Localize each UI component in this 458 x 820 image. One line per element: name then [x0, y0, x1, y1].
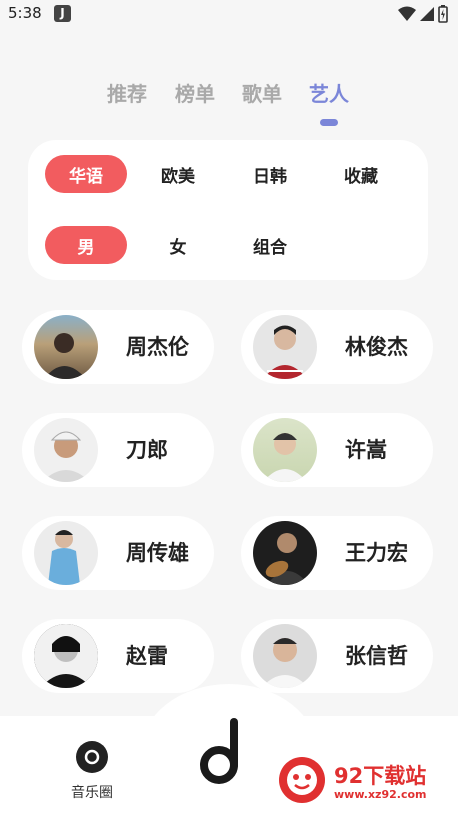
music-note-logo-icon[interactable]: [198, 718, 250, 788]
avatar: [253, 315, 317, 379]
avatar: [253, 418, 317, 482]
tab-recommend[interactable]: 推荐: [107, 78, 147, 107]
artist-name: 王力宏: [345, 541, 408, 565]
tab-charts[interactable]: 榜单: [175, 78, 215, 107]
watermark-title: 92下载站: [334, 764, 427, 788]
artist-card[interactable]: 刀郎: [22, 413, 214, 487]
active-tab-indicator: [320, 119, 338, 126]
filter-western[interactable]: 欧美: [137, 155, 219, 193]
artist-card[interactable]: 周杰伦: [22, 310, 214, 384]
artist-card[interactable]: 张信哲: [241, 619, 433, 693]
tab-artists[interactable]: 艺人: [309, 78, 349, 107]
artist-card[interactable]: 许嵩: [241, 413, 433, 487]
artist-card[interactable]: 王力宏: [241, 516, 433, 590]
artist-name: 许嵩: [345, 438, 387, 462]
watermark: 92下载站 www.xz92.com: [276, 752, 446, 812]
avatar: [34, 315, 98, 379]
artist-name: 林俊杰: [345, 335, 408, 359]
filter-favorites[interactable]: 收藏: [320, 155, 402, 193]
filter-male[interactable]: 男: [45, 226, 127, 264]
top-tab-bar: 推荐 榜单 歌单 艺人: [0, 78, 458, 118]
battery-icon: [438, 5, 448, 23]
tab-playlists[interactable]: 歌单: [242, 78, 282, 107]
app-notification-icon: J: [54, 5, 71, 22]
watermark-url: www.xz92.com: [334, 788, 427, 801]
avatar: [253, 624, 317, 688]
filter-group[interactable]: 组合: [229, 226, 311, 264]
status-icons: [398, 5, 448, 23]
artist-filter-panel: 华语 欧美 日韩 收藏 男 女 组合: [28, 140, 428, 280]
status-time: 5:38: [8, 4, 42, 22]
artist-card[interactable]: 林俊杰: [241, 310, 433, 384]
artist-name: 刀郎: [126, 438, 168, 462]
avatar: [34, 521, 98, 585]
watermark-logo-icon: [279, 757, 325, 803]
artist-name: 周传雄: [126, 541, 189, 565]
artist-name: 张信哲: [345, 644, 408, 668]
nav-music-circle-label: 音乐圈: [71, 785, 113, 801]
artist-name: 赵雷: [126, 644, 168, 668]
nav-music-circle[interactable]: 音乐圈: [60, 740, 124, 801]
artist-card[interactable]: 周传雄: [22, 516, 214, 590]
artist-card[interactable]: 赵雷: [22, 619, 214, 693]
artist-name: 周杰伦: [126, 335, 189, 359]
avatar: [34, 624, 98, 688]
avatar: [253, 521, 317, 585]
avatar: [34, 418, 98, 482]
disc-icon: [76, 741, 108, 773]
filter-japan-korea[interactable]: 日韩: [229, 155, 311, 193]
filter-chinese[interactable]: 华语: [45, 155, 127, 193]
status-bar: 5:38 J: [0, 0, 458, 28]
wifi-icon: [398, 6, 416, 21]
filter-female[interactable]: 女: [137, 226, 219, 264]
cell-signal-icon: [420, 7, 434, 21]
